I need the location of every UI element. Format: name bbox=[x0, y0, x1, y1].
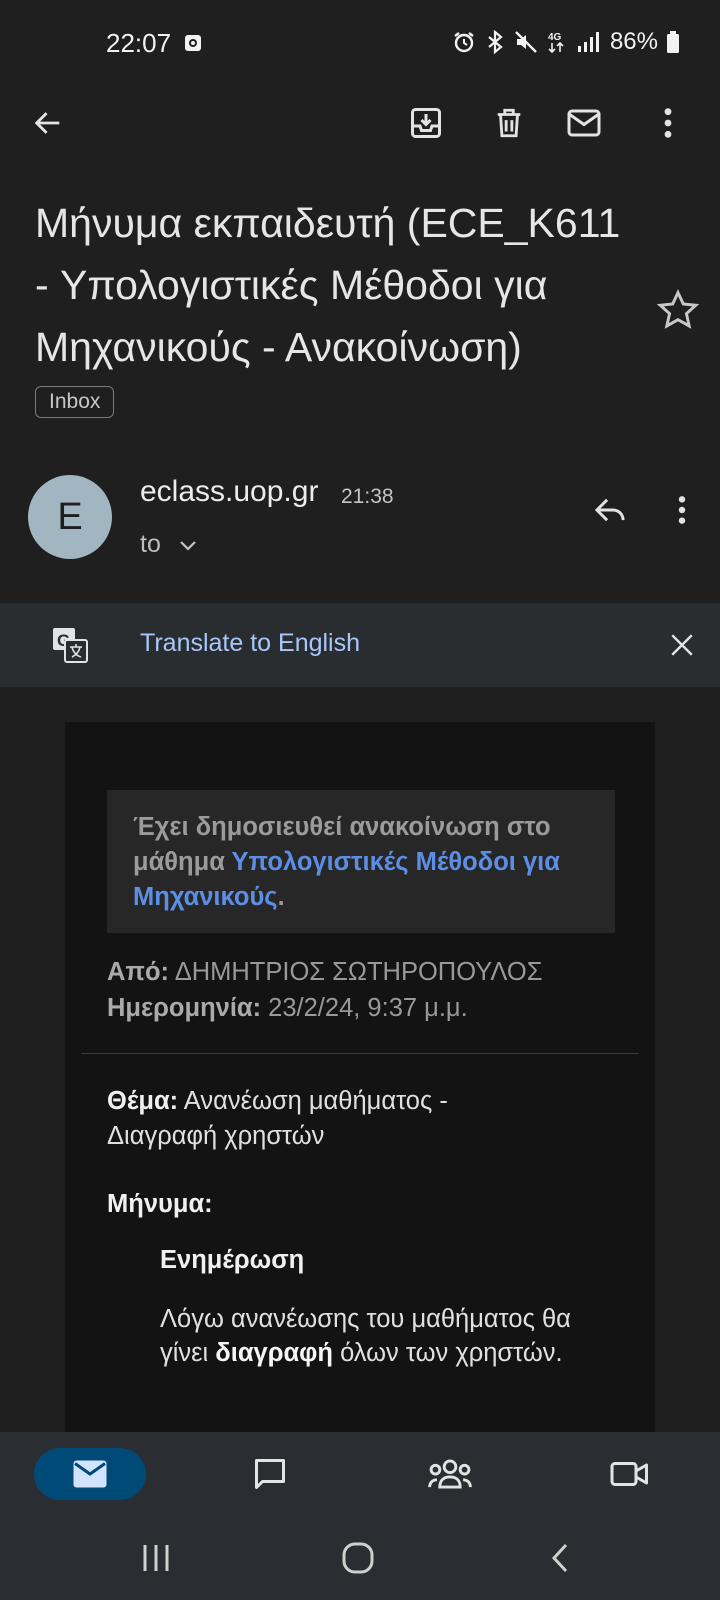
translate-bar: G Translate to English bbox=[0, 603, 720, 687]
translate-to-english-link[interactable]: Translate to English bbox=[140, 629, 360, 658]
spaces-icon bbox=[428, 1459, 472, 1489]
from-value: ΔΗΜΗΤΡΙΟΣ ΣΩΤΗΡΟΠΟΥΛΟΣ bbox=[169, 958, 543, 986]
more-vert-icon bbox=[664, 108, 672, 138]
to-label: to bbox=[140, 530, 161, 558]
video-camera-icon bbox=[610, 1462, 648, 1486]
update-text-bold: διαγραφή bbox=[215, 1339, 333, 1367]
mail-icon bbox=[73, 1460, 107, 1488]
system-nav bbox=[0, 1516, 720, 1600]
body-subject-line: Θέμα: Ανανέωση μαθήματος - Διαγραφή χρησ… bbox=[107, 1084, 547, 1154]
battery-percent: 86% bbox=[609, 28, 658, 55]
network-4g-icon: 4G bbox=[548, 32, 564, 54]
home-icon bbox=[342, 1542, 374, 1574]
message-label: Μήνυμα: bbox=[107, 1190, 213, 1218]
chevron-left-icon bbox=[551, 1543, 568, 1573]
update-text: Λόγω ανανέωσης του μαθήματος θα γίνει δι… bbox=[160, 1302, 580, 1370]
recent-apps-icon bbox=[143, 1545, 169, 1571]
signal-icon bbox=[577, 32, 599, 52]
bottom-nav bbox=[0, 1432, 720, 1516]
delete-button[interactable] bbox=[481, 90, 537, 156]
translate-icon: G bbox=[53, 628, 88, 663]
divider bbox=[81, 1053, 639, 1054]
notice-suffix: . bbox=[277, 883, 285, 911]
chat-icon bbox=[255, 1459, 285, 1489]
status-bar: 22:07 4G 86% bbox=[0, 0, 720, 90]
sender-time: 21:38 bbox=[341, 485, 394, 508]
nav-chat[interactable] bbox=[214, 1448, 326, 1500]
toolbar bbox=[0, 90, 720, 156]
alarm-icon bbox=[454, 32, 474, 53]
email-subject: Μήνυμα εκπαιδευτή (ECE_K611 - Υπολογιστι… bbox=[35, 200, 621, 370]
message-more-button[interactable] bbox=[656, 484, 708, 536]
update-title: Ενημέρωση bbox=[160, 1246, 305, 1274]
mark-unread-icon bbox=[567, 109, 601, 137]
reply-icon bbox=[594, 498, 625, 522]
status-icons: 4G 86% bbox=[452, 28, 680, 56]
more-vert-icon bbox=[678, 496, 686, 524]
nav-spaces[interactable] bbox=[394, 1448, 506, 1500]
update-text-2: όλων των χρηστών. bbox=[332, 1339, 563, 1367]
message-body: Έχει δημοσιευθεί ανακοίνωση στο μάθημα Υ… bbox=[65, 722, 655, 1432]
recent-apps-button[interactable] bbox=[126, 1532, 186, 1584]
more-options-button[interactable] bbox=[640, 90, 696, 156]
screen: 22:07 4G 86% Μήνυμα εκπαιδευτή (ECE_K611… bbox=[0, 0, 720, 1600]
nav-meet[interactable] bbox=[574, 1448, 686, 1500]
notice-text: Έχει δημοσιευθεί ανακοίνωση στο μάθημα Υ… bbox=[133, 810, 589, 915]
date-label: Ημερομηνία: bbox=[107, 994, 262, 1022]
inbox-label-chip[interactable]: Inbox bbox=[35, 386, 115, 418]
archive-button[interactable] bbox=[398, 90, 454, 156]
back-arrow-icon bbox=[34, 112, 60, 134]
system-back-button[interactable] bbox=[530, 1532, 590, 1584]
status-time: 22:07 bbox=[106, 28, 172, 58]
bluetooth-icon bbox=[488, 30, 503, 54]
svg-text:4G: 4G bbox=[548, 32, 562, 43]
nav-mail[interactable] bbox=[34, 1448, 146, 1500]
date-value: 23/2/24, 9:37 μ.μ. bbox=[261, 994, 468, 1022]
subject-label: Θέμα: bbox=[107, 1087, 179, 1115]
sender-name[interactable]: eclass.uop.gr bbox=[140, 475, 318, 509]
screen-record-icon bbox=[185, 35, 201, 51]
battery-icon bbox=[667, 31, 679, 53]
archive-icon bbox=[411, 108, 441, 138]
avatar[interactable]: E bbox=[28, 475, 112, 559]
mute-icon bbox=[515, 31, 537, 53]
announcement-notice: Έχει δημοσιευθεί ανακοίνωση στο μάθημα Υ… bbox=[107, 790, 615, 933]
mark-unread-button[interactable] bbox=[556, 90, 612, 156]
reply-button[interactable] bbox=[584, 484, 636, 536]
translate-close-button[interactable] bbox=[660, 623, 704, 667]
close-icon bbox=[671, 634, 693, 656]
from-line: Από: ΔΗΜΗΤΡΙΟΣ ΣΩΤΗΡΟΠΟΥΛΟΣ bbox=[107, 954, 627, 990]
from-label: Από: bbox=[107, 958, 170, 986]
delete-icon bbox=[497, 108, 521, 138]
chevron-down-icon bbox=[180, 540, 196, 551]
star-icon[interactable] bbox=[656, 288, 700, 332]
message-meta: Από: ΔΗΜΗΤΡΙΟΣ ΣΩΤΗΡΟΠΟΥΛΟΣ Ημερομηνία: … bbox=[107, 954, 627, 1026]
recipient-details-toggle[interactable]: to bbox=[140, 530, 199, 559]
date-line: Ημερομηνία: 23/2/24, 9:37 μ.μ. bbox=[107, 990, 627, 1026]
home-button[interactable] bbox=[328, 1532, 388, 1584]
back-button[interactable] bbox=[20, 90, 76, 156]
